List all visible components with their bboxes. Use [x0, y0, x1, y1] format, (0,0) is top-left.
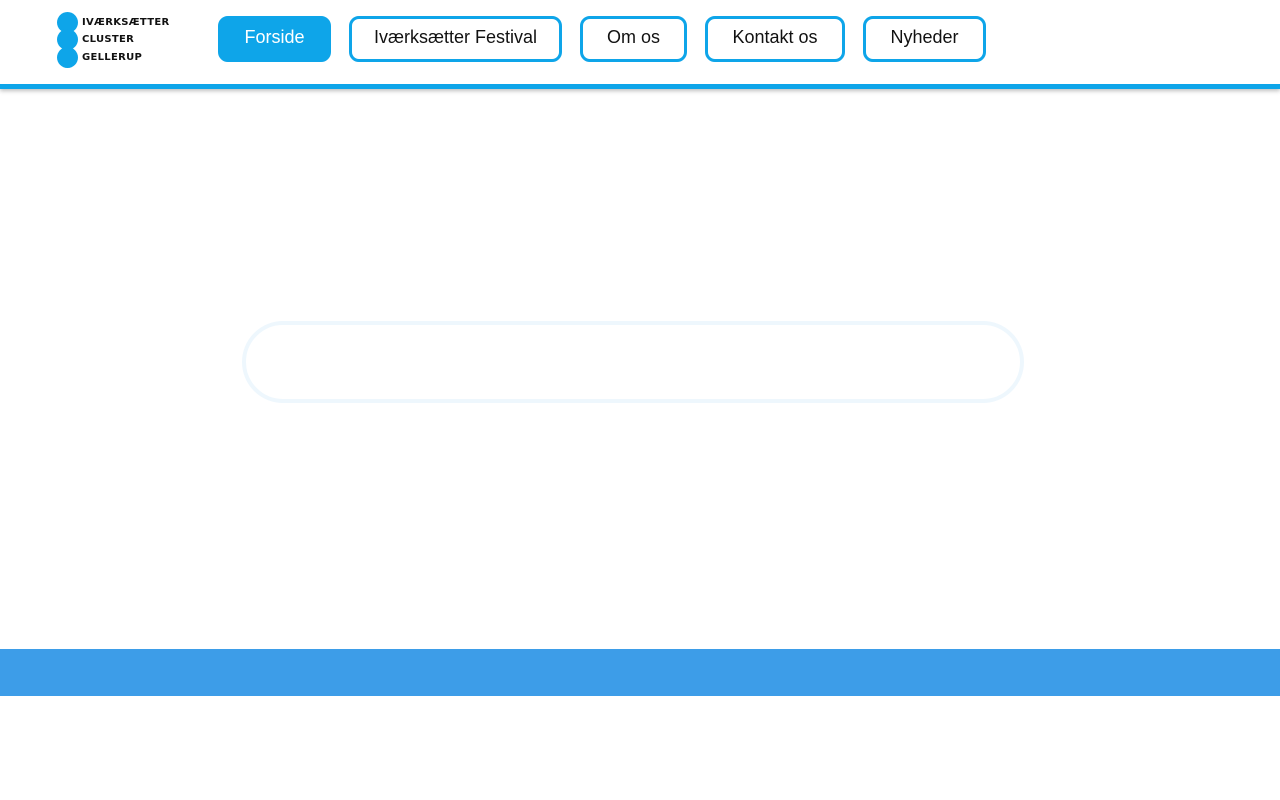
nav-item-kontakt-os[interactable]: Kontakt os	[705, 16, 845, 62]
logo-text-line1: IVÆRKSÆTTER	[82, 16, 170, 28]
site-logo[interactable]: IVÆRKSÆTTER CLUSTER GELLERUP	[57, 11, 172, 68]
nav-item-ivaerksaetter-festival[interactable]: Iværksætter Festival	[349, 16, 562, 62]
nav-item-forside[interactable]: Forside	[218, 16, 331, 62]
nav-item-om-os[interactable]: Om os	[580, 16, 687, 62]
logo-row: GELLERUP	[57, 46, 143, 68]
logo-circle-icon	[57, 46, 78, 68]
logo-text-line3: GELLERUP	[82, 51, 143, 63]
page: IVÆRKSÆTTER CLUSTER GELLERUP Forside Ivæ…	[0, 0, 1280, 800]
logo-row: CLUSTER	[57, 28, 135, 50]
loading-placeholder	[242, 321, 1024, 403]
footer-band	[0, 649, 1280, 696]
nav-item-nyheder[interactable]: Nyheder	[863, 16, 986, 62]
logo-text-line2: CLUSTER	[82, 33, 135, 45]
site-header: IVÆRKSÆTTER CLUSTER GELLERUP Forside Ivæ…	[0, 0, 1280, 89]
